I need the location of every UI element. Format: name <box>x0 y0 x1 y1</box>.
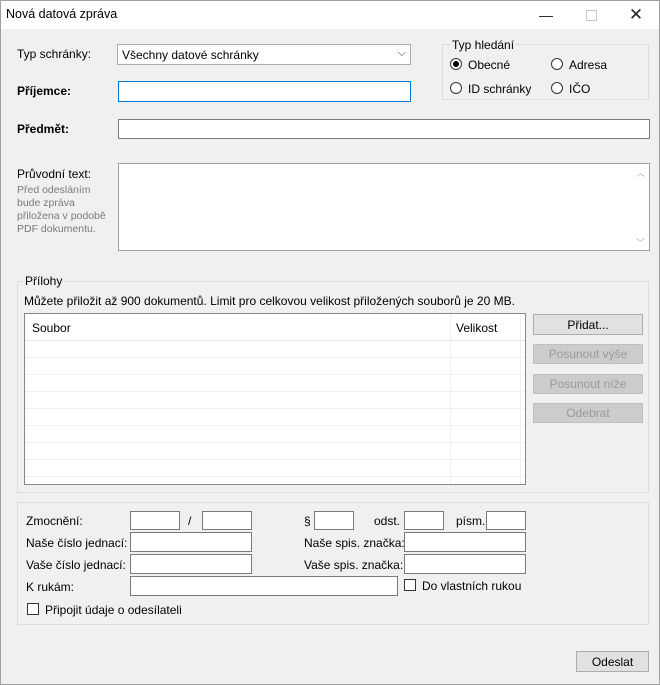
odst-input[interactable] <box>404 511 444 530</box>
radio-adresa-label: Adresa <box>569 58 608 72</box>
remove-button[interactable]: Odebrat <box>533 403 643 423</box>
zmocneni-input-1[interactable] <box>130 511 180 530</box>
zmocneni-label: Zmocnění: <box>26 514 83 528</box>
attachments-title: Přílohy <box>23 274 65 288</box>
attachments-info: Můžete přiložit až 900 dokumentů. Limit … <box>24 294 515 308</box>
radio-obecne[interactable] <box>450 58 462 70</box>
vase-sz-label: Vaše spis. značka: <box>304 558 404 572</box>
do-vlastnich-checkbox[interactable] <box>404 579 416 591</box>
odst-label: odst. <box>374 514 401 528</box>
radio-adresa[interactable] <box>551 58 563 70</box>
radio-obecne-label: Obecné <box>468 58 511 72</box>
close-icon: ✕ <box>628 5 644 24</box>
pruvodni-text-label: Průvodní text: <box>17 167 92 181</box>
send-button[interactable]: Odeslat <box>576 651 649 672</box>
move-down-button[interactable]: Posunout níže <box>533 374 643 394</box>
pripojit-checkbox[interactable] <box>27 603 39 615</box>
minimize-button[interactable]: — <box>523 1 569 29</box>
zmocneni-input-2[interactable] <box>202 511 252 530</box>
scroll-down-icon[interactable]: ﹀ <box>636 236 645 249</box>
close-button[interactable]: ✕ <box>613 1 659 29</box>
typ-schranky-value: Všechny datové schránky <box>122 48 259 62</box>
dialog-window: Nová datová zpráva — ✕ Typ schránky: Vše… <box>0 0 660 685</box>
radio-ico-label: IČO <box>569 82 591 96</box>
radio-ico[interactable] <box>551 82 563 94</box>
paragraph-label: § <box>304 514 311 528</box>
pruvodni-text-area[interactable]: ︿ ﹀ <box>118 163 650 251</box>
pripojit-label: Připojit údaje o odesílateli <box>45 603 182 617</box>
maximize-icon <box>585 9 597 21</box>
minimize-icon: — <box>539 7 553 23</box>
vase-cj-label: Vaše číslo jednací: <box>26 558 126 572</box>
pism-input[interactable] <box>486 511 526 530</box>
nase-cj-label: Naše číslo jednací: <box>26 536 128 550</box>
move-up-button[interactable]: Posunout výše <box>533 344 643 364</box>
window-title: Nová datová zpráva <box>6 7 118 21</box>
vase-cj-input[interactable] <box>130 554 252 574</box>
prijemce-input[interactable] <box>118 81 411 102</box>
pism-label: písm. <box>456 514 486 528</box>
title-bar: Nová datová zpráva — ✕ <box>1 1 659 29</box>
typ-schranky-select[interactable]: Všechny datové schránky ⌵ <box>117 44 411 65</box>
nase-sz-input[interactable] <box>404 532 526 552</box>
predmet-label: Předmět: <box>17 122 70 136</box>
radio-id-schranky-label: ID schránky <box>468 82 532 96</box>
pruvodni-text-hint: Před odesláním bude zpráva přiložena v p… <box>17 184 106 235</box>
add-attachment-button[interactable]: Přidat... <box>533 314 643 335</box>
column-velikost[interactable]: Velikost <box>456 321 497 335</box>
radio-id-schranky[interactable] <box>450 82 462 94</box>
maximize-button <box>568 1 614 29</box>
paragraph-input[interactable] <box>314 511 354 530</box>
k-rukam-label: K rukám: <box>26 580 75 594</box>
scroll-up-icon[interactable]: ︿ <box>636 166 645 179</box>
search-type-title: Typ hledání <box>450 38 517 52</box>
vase-sz-input[interactable] <box>404 554 526 574</box>
scrollbar[interactable]: ︿ ﹀ <box>632 164 649 250</box>
nase-sz-label: Naše spis. značka: <box>304 536 405 550</box>
do-vlastnich-label: Do vlastních rukou <box>422 579 522 593</box>
prijemce-label: Příjemce: <box>17 84 72 98</box>
predmet-input[interactable] <box>118 119 650 139</box>
column-soubor[interactable]: Soubor <box>32 321 71 335</box>
typ-schranky-label: Typ schránky: <box>17 47 92 61</box>
slash-separator: / <box>188 514 192 528</box>
chevron-down-icon: ⌵ <box>397 47 406 59</box>
attachments-list[interactable]: Soubor Velikost <box>24 313 526 485</box>
nase-cj-input[interactable] <box>130 532 252 552</box>
k-rukam-input[interactable] <box>130 576 398 596</box>
